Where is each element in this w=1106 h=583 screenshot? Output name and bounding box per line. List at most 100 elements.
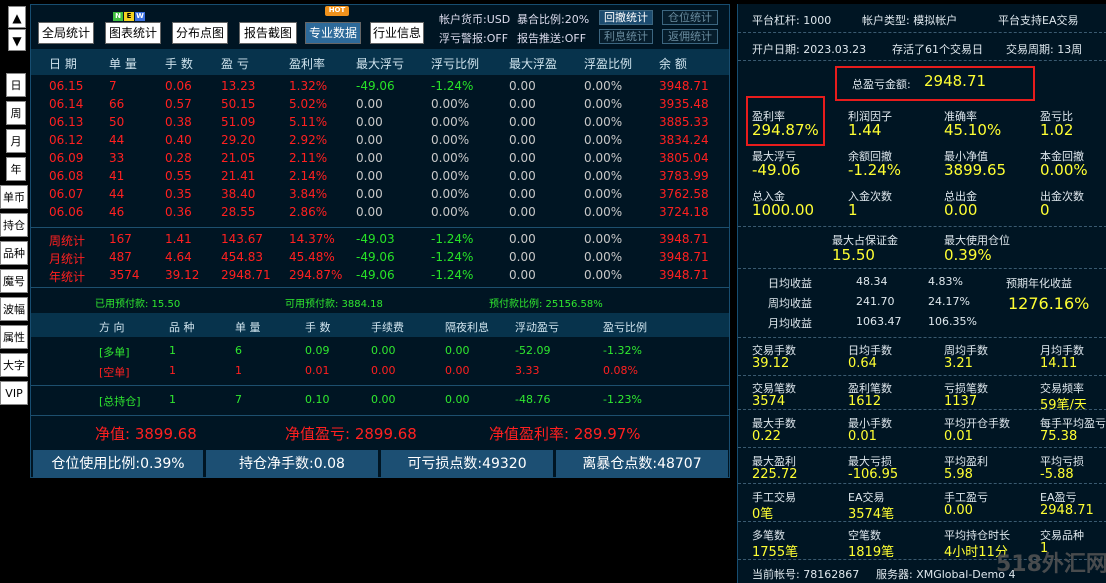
currency-label: 帐户货币:USD bbox=[439, 13, 511, 26]
table-cell: 0.00% bbox=[584, 79, 623, 93]
nav-item-7[interactable]: 魔号 bbox=[0, 269, 28, 293]
margin-ratio: 预付款比例: 25156.58% bbox=[489, 299, 603, 310]
summary-cell: 0.00% bbox=[584, 250, 623, 264]
report-push-label: 报告推送:OFF bbox=[517, 32, 587, 45]
toolbar-button-3[interactable]: 报告截图 bbox=[239, 22, 297, 44]
stat-value: 59笔/天 bbox=[1040, 398, 1087, 413]
drawdown-stats-button[interactable]: 回撤统计 bbox=[599, 10, 653, 25]
stat-value: 0.22 bbox=[752, 429, 781, 444]
table-cell: 06.13 bbox=[49, 115, 84, 129]
nav-item-2[interactable]: 月 bbox=[6, 129, 26, 153]
table-cell: 28.55 bbox=[221, 205, 256, 219]
rebate-stats-button[interactable]: 返佣统计 bbox=[662, 29, 718, 44]
col-header[interactable]: 手 数 bbox=[165, 55, 193, 72]
position-cell: 1 bbox=[169, 344, 176, 357]
col-header[interactable]: 日 期 bbox=[49, 55, 77, 72]
toolbar-button-1[interactable]: 图表统计 bbox=[105, 22, 161, 44]
position-total-cell: -1.23% bbox=[603, 393, 642, 406]
table-cell: 38.40 bbox=[221, 187, 256, 201]
total-pl-value: 2948.71 bbox=[924, 72, 987, 90]
table-cell: 66 bbox=[109, 97, 125, 111]
stat-value: 225.72 bbox=[752, 467, 798, 482]
table-cell: 06.14 bbox=[49, 97, 84, 111]
nav-item-10[interactable]: 大字 bbox=[0, 353, 28, 377]
col-header[interactable]: 盈利率 bbox=[289, 55, 325, 72]
table-cell: 3885.33 bbox=[659, 115, 709, 129]
new-badge-w: W bbox=[135, 12, 145, 21]
daily-table-header: 日 期 单 量 手 数 盈 亏 盈利率 最大浮亏 浮亏比例 最大浮盈 浮盈比例 余 额 bbox=[31, 49, 729, 75]
nav-item-0[interactable]: 日 bbox=[6, 73, 26, 97]
table-cell: 0.00 bbox=[509, 133, 536, 147]
net-pl-rate: 净值盈利率: 289.97% bbox=[489, 425, 641, 443]
divider bbox=[738, 521, 1106, 522]
table-cell: 2.14% bbox=[289, 169, 328, 183]
col-header[interactable]: 余 额 bbox=[659, 55, 687, 72]
nav-item-4[interactable]: 单币 bbox=[0, 185, 28, 209]
col-header[interactable]: 盈 亏 bbox=[221, 55, 249, 72]
stat-value: 0 bbox=[1040, 201, 1050, 219]
stat-value: 0笔 bbox=[752, 507, 774, 522]
summary-cell: 3574 bbox=[109, 268, 140, 282]
table-cell: 0.38 bbox=[165, 115, 192, 129]
scroll-up-arrow-icon[interactable]: ▲ bbox=[8, 6, 26, 28]
table-cell: 0.35 bbox=[165, 187, 192, 201]
table-cell: 0.00 bbox=[509, 79, 536, 93]
net-value: 净值: 3899.68 bbox=[95, 425, 197, 443]
interest-stats-button[interactable]: 利息统计 bbox=[599, 29, 653, 44]
new-badge-n: N bbox=[113, 12, 123, 21]
divider bbox=[31, 415, 729, 416]
summary-cell: 0.00 bbox=[509, 268, 536, 282]
nav-item-8[interactable]: 波幅 bbox=[0, 297, 28, 321]
daily-label: 月均收益 bbox=[768, 317, 812, 330]
position-cell: 0.00 bbox=[445, 344, 470, 357]
summary-cell: 3948.71 bbox=[659, 268, 709, 282]
nav-item-11[interactable]: VIP bbox=[0, 381, 28, 405]
col-header[interactable]: 最大浮盈 bbox=[509, 55, 557, 72]
hot-badge: HOT bbox=[325, 6, 349, 16]
toolbar-button-5[interactable]: 行业信息 bbox=[370, 22, 424, 44]
table-cell: 0.36 bbox=[165, 205, 192, 219]
position-cell: 1 bbox=[235, 364, 242, 377]
nav-item-6[interactable]: 品种 bbox=[0, 241, 28, 265]
net-pl: 净值盈亏: 2899.68 bbox=[285, 425, 417, 443]
table-cell: 51.09 bbox=[221, 115, 256, 129]
available-margin: 可用预付款: 3884.18 bbox=[285, 299, 383, 310]
stat-value: 1.44 bbox=[848, 121, 882, 139]
col-header[interactable]: 浮亏比例 bbox=[431, 55, 479, 72]
col-header[interactable]: 最大浮亏 bbox=[356, 55, 404, 72]
nav-item-9[interactable]: 属性 bbox=[0, 325, 28, 349]
stat-value: -49.06 bbox=[752, 161, 801, 179]
summary-cell: 1.41 bbox=[165, 232, 192, 246]
toolbar-button-0[interactable]: 全局统计 bbox=[38, 22, 94, 44]
scroll-down-arrow-icon[interactable]: ▼ bbox=[8, 29, 26, 51]
position-stats-button[interactable]: 仓位统计 bbox=[662, 10, 718, 25]
table-cell: 0.57 bbox=[165, 97, 192, 111]
nav-item-3[interactable]: 年 bbox=[6, 157, 26, 181]
position-cell: 6 bbox=[235, 344, 242, 357]
table-cell: 0.00 bbox=[509, 115, 536, 129]
new-badge-e: E bbox=[124, 12, 134, 21]
table-cell: 0.00 bbox=[356, 151, 383, 165]
toolbar-button-2[interactable]: 分布点图 bbox=[172, 22, 228, 44]
col-header[interactable]: 浮盈比例 bbox=[584, 55, 632, 72]
table-cell: 50 bbox=[109, 115, 125, 129]
stat-value: 0.64 bbox=[848, 356, 877, 371]
position-usage-box: 仓位使用比例:0.39% bbox=[33, 450, 203, 478]
table-cell: 3834.24 bbox=[659, 133, 709, 147]
position-total-cell: 1 bbox=[169, 393, 176, 406]
nav-item-1[interactable]: 周 bbox=[6, 101, 26, 125]
table-cell: 0.00 bbox=[356, 205, 383, 219]
col-header[interactable]: 单 量 bbox=[109, 55, 137, 72]
position-cell: 0.00 bbox=[371, 364, 396, 377]
nav-item-5[interactable]: 持仓 bbox=[0, 213, 28, 237]
table-cell: 0.28 bbox=[165, 151, 192, 165]
summary-cell: 167 bbox=[109, 232, 132, 246]
table-cell: 0.00 bbox=[509, 205, 536, 219]
table-cell: 29.20 bbox=[221, 133, 256, 147]
toolbar-button-4[interactable]: 专业数据 bbox=[305, 22, 361, 44]
account-number: 当前帐号: 78162867 bbox=[752, 568, 860, 581]
table-cell: 06.15 bbox=[49, 79, 84, 93]
table-cell: 41 bbox=[109, 169, 125, 183]
stat-value: 1.02 bbox=[1040, 121, 1074, 139]
table-cell: 0.00% bbox=[584, 115, 623, 129]
